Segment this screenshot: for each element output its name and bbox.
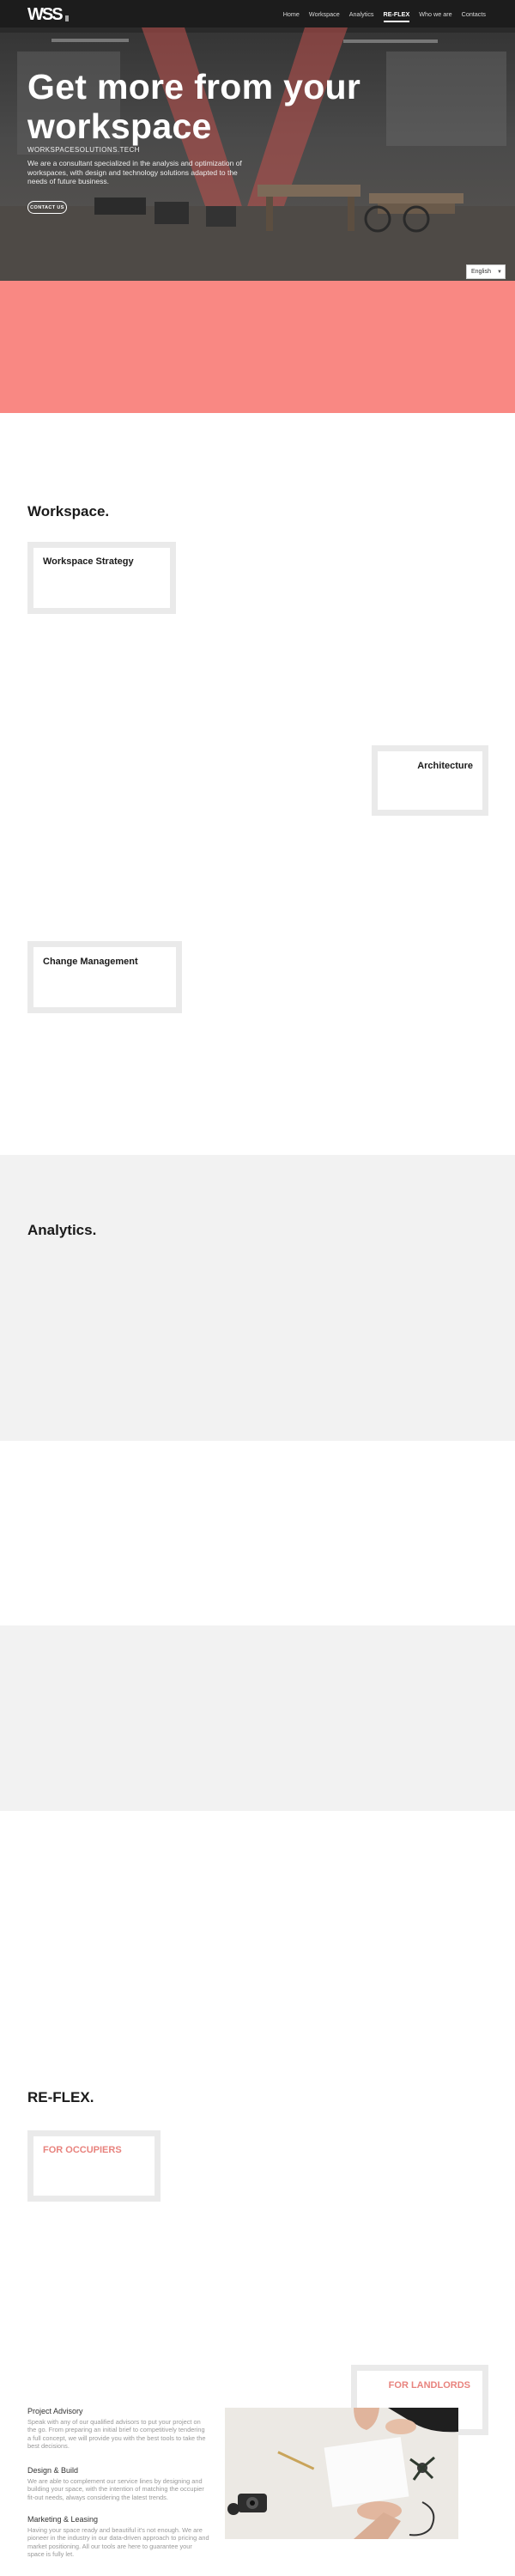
language-selected: English	[471, 269, 491, 275]
coral-banner	[0, 281, 515, 413]
for-occupiers-card[interactable]: FOR OCCUPIERS	[27, 2130, 161, 2202]
architecture-card[interactable]: Architecture	[372, 745, 488, 816]
top-navigation: WSS Home Workspace Analytics RE-FLEX Who…	[0, 0, 515, 27]
language-selector[interactable]: English ▼	[466, 264, 506, 279]
logo[interactable]: WSS	[27, 3, 70, 24]
reflex-section-title: RE-FLEX.	[27, 2089, 94, 2105]
service-heading: Project Advisory	[27, 2407, 83, 2415]
service-design-build: Design & Build We are able to complement…	[27, 2466, 209, 2501]
architecture-title: Architecture	[417, 761, 473, 771]
service-text: Speak with any of our qualified advisors…	[27, 2418, 206, 2451]
nav-links: Home Workspace Analytics RE-FLEX Who we …	[283, 0, 486, 27]
nav-link-home[interactable]: Home	[283, 10, 300, 18]
chevron-down-icon: ▼	[496, 269, 502, 275]
service-text: Having your space ready and beautiful it…	[27, 2526, 209, 2559]
logo-text: WSS	[27, 5, 63, 24]
workspace-strategy-card[interactable]: Workspace Strategy	[27, 542, 176, 614]
service-heading: Design & Build	[27, 2466, 79, 2475]
nav-link-contacts[interactable]: Contacts	[462, 10, 486, 18]
for-landlords-label: FOR LANDLORDS	[388, 2380, 470, 2391]
grey-band	[0, 1625, 515, 1811]
service-marketing-leasing: Marketing & Leasing Having your space re…	[27, 2515, 209, 2559]
nav-link-reflex[interactable]: RE-FLEX	[383, 10, 409, 22]
analytics-section	[0, 1155, 515, 1441]
service-text: We are able to complement our service li…	[27, 2477, 204, 2501]
service-project-advisory: Project Advisory Speak with any of our q…	[27, 2407, 209, 2451]
hands-desk-photo	[225, 2408, 458, 2539]
nav-link-workspace[interactable]: Workspace	[309, 10, 340, 18]
workspace-section-title: Workspace.	[27, 503, 110, 519]
contact-us-button[interactable]: CONTACT US	[27, 201, 67, 214]
change-management-title: Change Management	[43, 957, 138, 967]
change-management-card[interactable]: Change Management	[27, 941, 182, 1013]
analytics-section-title: Analytics.	[27, 1222, 97, 1238]
hero-subtitle: WORKSPACESOLUTIONS.TECH	[27, 146, 140, 154]
workspace-strategy-title: Workspace Strategy	[43, 556, 134, 567]
hero-description: We are a consultant specialized in the a…	[27, 159, 242, 185]
nav-link-who-we-are[interactable]: Who we are	[419, 10, 451, 18]
service-heading: Marketing & Leasing	[27, 2515, 99, 2524]
desk-image	[225, 2408, 458, 2539]
hero-section: Get more from your workspace WORKSPACESO…	[0, 0, 515, 281]
for-occupiers-label: FOR OCCUPIERS	[43, 2145, 122, 2155]
wss-logo-icon: WSS	[27, 5, 69, 24]
hero-title: Get more from your workspace	[27, 67, 361, 146]
nav-link-analytics[interactable]: Analytics	[349, 10, 374, 18]
